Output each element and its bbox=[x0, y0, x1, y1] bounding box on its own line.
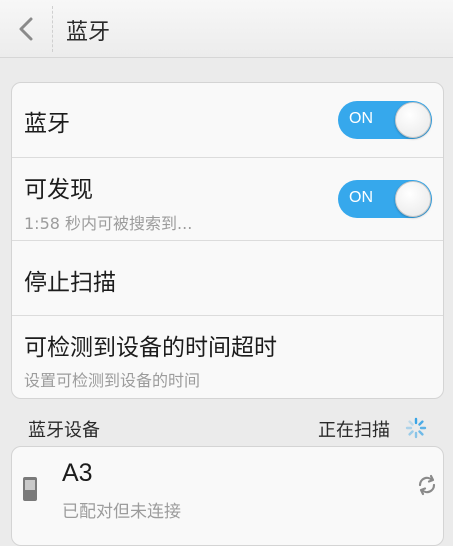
bluetooth-label: 蓝牙 bbox=[24, 111, 70, 137]
discoverable-toggle[interactable]: ON bbox=[338, 180, 432, 218]
bluetooth-toggle[interactable]: ON bbox=[338, 101, 432, 139]
visibility-timeout-subtitle: 设置可检测到设备的时间 bbox=[24, 371, 201, 390]
visibility-timeout-label: 可检测到设备的时间超时 bbox=[24, 335, 277, 361]
toggle-knob bbox=[395, 102, 431, 138]
toggle-knob bbox=[395, 181, 431, 217]
back-button[interactable] bbox=[0, 0, 52, 58]
discoverable-toggle-label: ON bbox=[349, 189, 373, 206]
discoverable-countdown: 1:58 秒内可被搜索到... bbox=[24, 214, 193, 233]
visibility-timeout-row[interactable]: 可检测到设备的时间超时 设置可检测到设备的时间 bbox=[12, 316, 443, 398]
spinner-icon bbox=[405, 417, 427, 439]
page-title: 蓝牙 bbox=[66, 20, 111, 45]
refresh-icon[interactable] bbox=[416, 474, 438, 496]
devices-section-title: 蓝牙设备 bbox=[28, 420, 100, 441]
discoverable-row[interactable]: 可发现 1:58 秒内可被搜索到... ON bbox=[12, 158, 443, 241]
bluetooth-toggle-label: ON bbox=[349, 110, 373, 127]
device-name: A3 bbox=[62, 459, 93, 487]
header-divider bbox=[52, 6, 53, 52]
bluetooth-row[interactable]: 蓝牙 ON bbox=[12, 83, 443, 158]
stop-scan-row[interactable]: 停止扫描 bbox=[12, 241, 443, 316]
device-status: 已配对但未连接 bbox=[62, 502, 181, 522]
scanning-status: 正在扫描 bbox=[318, 420, 390, 441]
title-bar: 蓝牙 bbox=[0, 0, 453, 58]
device-list-item[interactable]: A3 已配对但未连接 bbox=[11, 446, 444, 546]
phone-icon bbox=[23, 477, 37, 501]
stop-scan-label: 停止扫描 bbox=[24, 270, 116, 296]
discoverable-label: 可发现 bbox=[24, 177, 93, 203]
back-arrow-icon bbox=[19, 17, 33, 41]
settings-card: 蓝牙 ON 可发现 1:58 秒内可被搜索到... ON 停止扫描 可检测到设备… bbox=[11, 82, 444, 399]
